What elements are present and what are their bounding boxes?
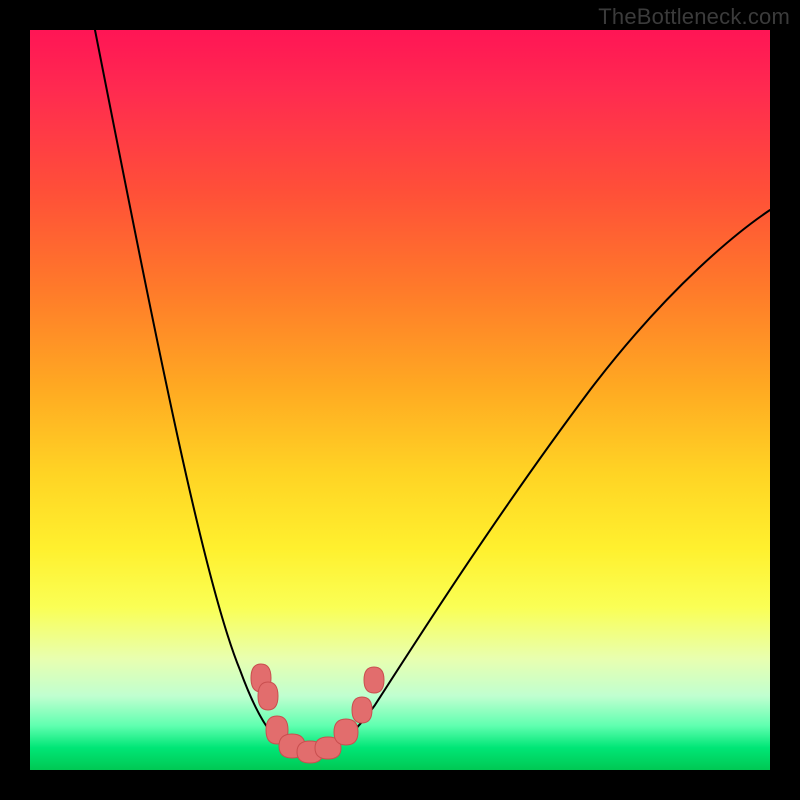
chart-frame: TheBottleneck.com <box>0 0 800 800</box>
marker-left-mid <box>258 682 278 710</box>
plot-area <box>30 30 770 770</box>
attribution-label: TheBottleneck.com <box>598 4 790 30</box>
chart-svg <box>30 30 770 770</box>
marker-right-mid <box>352 697 372 723</box>
marker-right-low <box>334 719 358 745</box>
marker-right-upper <box>364 667 384 693</box>
marker-group <box>251 664 384 763</box>
bottleneck-curve <box>95 30 770 753</box>
